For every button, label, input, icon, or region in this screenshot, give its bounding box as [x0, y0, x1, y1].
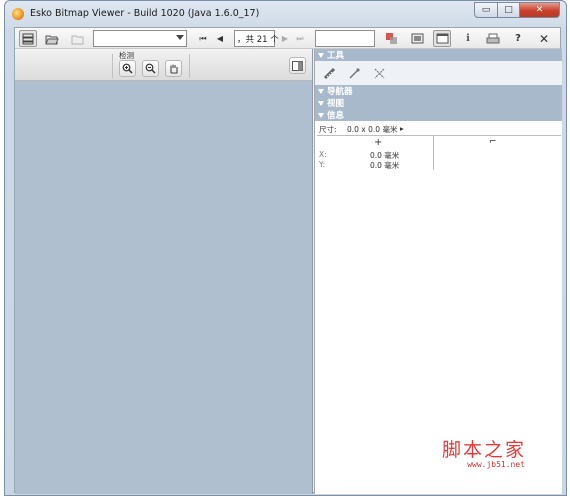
maximize-button[interactable]: □: [498, 2, 520, 18]
file-combo[interactable]: [93, 30, 187, 47]
first-page-icon[interactable]: ⏮: [197, 30, 209, 47]
close-window-button[interactable]: ✕: [520, 2, 560, 18]
client-area: ⏮ ◀ ，共 21 个 ▶ ⏭ ℹ ? ✕ 检测 工具 导航器 视图 信息 尺寸…: [14, 27, 562, 494]
crosshair-icon: +: [374, 137, 383, 148]
tools-section-header[interactable]: 工具: [315, 49, 562, 61]
size-unit-arrow-icon[interactable]: ▸: [400, 124, 404, 133]
panel-layout-icon[interactable]: [433, 30, 451, 47]
y-label: Y:: [319, 160, 326, 169]
column-divider: [433, 136, 434, 170]
next-page-icon[interactable]: ▶: [279, 30, 291, 47]
views-section-header[interactable]: 视图: [315, 97, 562, 109]
page-count-field[interactable]: ，共 21 个: [234, 30, 279, 47]
toolbar-divider: [189, 54, 190, 78]
info-icon[interactable]: ℹ: [461, 30, 475, 47]
info-divider: [317, 135, 561, 136]
help-icon[interactable]: ?: [512, 30, 524, 47]
secondary-field[interactable]: [315, 30, 375, 47]
eyedropper-icon[interactable]: [346, 65, 362, 81]
info-section-label: 信息: [327, 111, 345, 121]
window-controls: ▭ □ ✕: [474, 2, 560, 18]
views-section-label: 视图: [327, 99, 345, 109]
title-bar[interactable]: Esko Bitmap Viewer - Build 1020 (Java 1.…: [5, 1, 566, 27]
collapse-triangle-icon: [318, 88, 324, 94]
size-label: 尺寸:: [319, 125, 337, 134]
zoom-out-icon[interactable]: [142, 60, 159, 77]
toolbar-divider: [112, 54, 113, 78]
compare-icon[interactable]: [409, 30, 425, 47]
collapse-triangle-icon: [318, 52, 324, 58]
app-window: Esko Bitmap Viewer - Build 1020 (Java 1.…: [4, 0, 567, 496]
side-panel: 工具 导航器 视图 信息 尺寸: 0.0 x 0.0 毫米 ▸ + ⌐ X: 0…: [314, 49, 562, 494]
image-canvas[interactable]: 检测: [15, 49, 313, 494]
grid-tool-icon[interactable]: [371, 65, 387, 81]
y-value: 0.0 毫米: [370, 161, 400, 170]
save-folder-icon[interactable]: [69, 30, 87, 47]
size-value: 0.0 x 0.0 毫米: [347, 125, 398, 134]
watermark-logo: 脚本之家: [441, 439, 526, 461]
x-label: X:: [319, 150, 327, 159]
view-toolbar: 检测: [15, 49, 312, 81]
tools-row: [315, 61, 562, 85]
color-separations-icon[interactable]: [383, 30, 399, 47]
navigator-section-header[interactable]: 导航器: [315, 85, 562, 97]
main-toolbar: ⏮ ◀ ，共 21 个 ▶ ⏭ ℹ ? ✕: [15, 28, 560, 49]
app-logo-icon: [12, 8, 24, 20]
pan-hand-icon[interactable]: [165, 60, 182, 77]
info-section-header[interactable]: 信息: [315, 109, 562, 121]
toggle-panel-icon[interactable]: [289, 57, 306, 74]
minimize-button[interactable]: ▭: [474, 2, 498, 18]
open-folder-icon[interactable]: [43, 30, 61, 47]
watermark-url: www.jb51.net: [467, 460, 525, 469]
zoom-in-icon[interactable]: [119, 60, 136, 77]
navigator-section-label: 导航器: [327, 87, 353, 97]
tools-section-label: 工具: [327, 51, 345, 61]
close-document-icon[interactable]: ✕: [537, 30, 551, 47]
ruler-icon[interactable]: [321, 65, 337, 81]
corner-origin-icon: ⌐: [489, 137, 497, 147]
prev-page-icon[interactable]: ◀: [214, 30, 226, 47]
print-icon[interactable]: [485, 30, 501, 47]
window-title: Esko Bitmap Viewer - Build 1020 (Java 1.…: [30, 8, 260, 19]
layers-icon[interactable]: [19, 30, 37, 47]
last-page-icon[interactable]: ⏭: [294, 30, 306, 47]
collapse-triangle-icon: [318, 112, 324, 118]
collapse-triangle-icon: [318, 100, 324, 106]
chevron-down-icon[interactable]: [176, 35, 184, 40]
